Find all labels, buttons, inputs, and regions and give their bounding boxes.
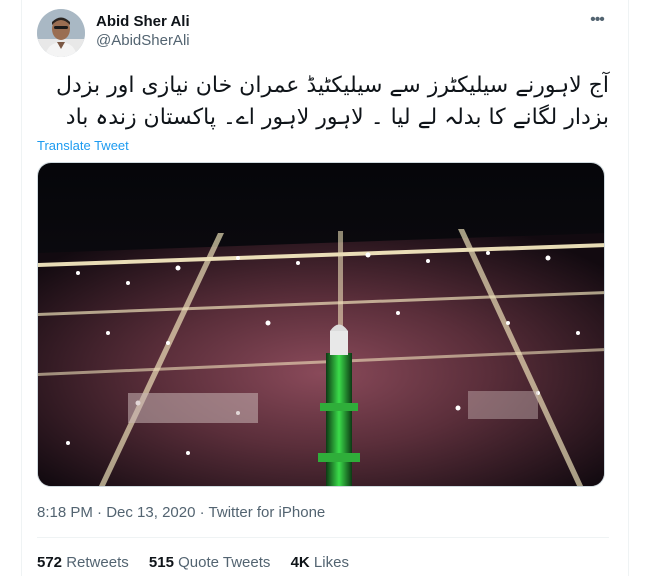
- retweets-stat[interactable]: 572 Retweets: [37, 554, 133, 571]
- tweet-stats: 572 Retweets 515 Quote Tweets 4K Likes: [37, 554, 365, 571]
- tweet-photo[interactable]: [37, 162, 605, 487]
- divider: [37, 537, 609, 538]
- avatar[interactable]: [37, 9, 85, 57]
- tweet-text-line: آج لاہورنے سیلیکٹرز سے سیلیکٹیڈ عمران خا…: [56, 73, 609, 98]
- likes-label: Likes: [313, 554, 349, 571]
- avatar-photo: [37, 9, 85, 57]
- rally-aerial-photo: [38, 163, 604, 486]
- quote-tweets-stat[interactable]: 515 Quote Tweets: [149, 554, 275, 571]
- column-border-right: [628, 0, 629, 576]
- retweets-label: Retweets: [66, 554, 129, 571]
- tweet-source[interactable]: Twitter for iPhone: [209, 504, 326, 521]
- tweet-time[interactable]: 8:18 PM: [37, 504, 93, 521]
- translate-tweet-link[interactable]: Translate Tweet: [37, 138, 129, 153]
- author-display-name[interactable]: Abid Sher Ali: [96, 13, 190, 30]
- tweet-date[interactable]: Dec 13, 2020: [106, 504, 195, 521]
- quote-tweets-count: 515: [148, 554, 174, 571]
- tweet-detail: Abid Sher Ali @AbidSherAli ••• آج لاہورن…: [0, 0, 651, 576]
- tweet-timestamp: 8:18 PM · Dec 13, 2020 · Twitter for iPh…: [37, 504, 325, 521]
- author-handle[interactable]: @AbidSherAli: [96, 32, 190, 49]
- meta-separator: ·: [97, 504, 103, 521]
- likes-stat[interactable]: 4K Likes: [291, 554, 349, 571]
- tweet-text-line: بزدار لگانے کا بدلہ لے لیا ۔ لاہور لاہور…: [65, 105, 609, 130]
- likes-count: 4K: [290, 554, 310, 571]
- meta-separator: ·: [199, 504, 205, 521]
- more-horizontal-icon[interactable]: •••: [585, 12, 609, 30]
- retweets-count: 572: [37, 554, 63, 571]
- column-border-left: [21, 0, 22, 576]
- tweet-text: آج لاہورنے سیلیکٹرز سے سیلیکٹیڈ عمران خا…: [37, 70, 609, 134]
- quote-tweets-label: Quote Tweets: [178, 554, 271, 571]
